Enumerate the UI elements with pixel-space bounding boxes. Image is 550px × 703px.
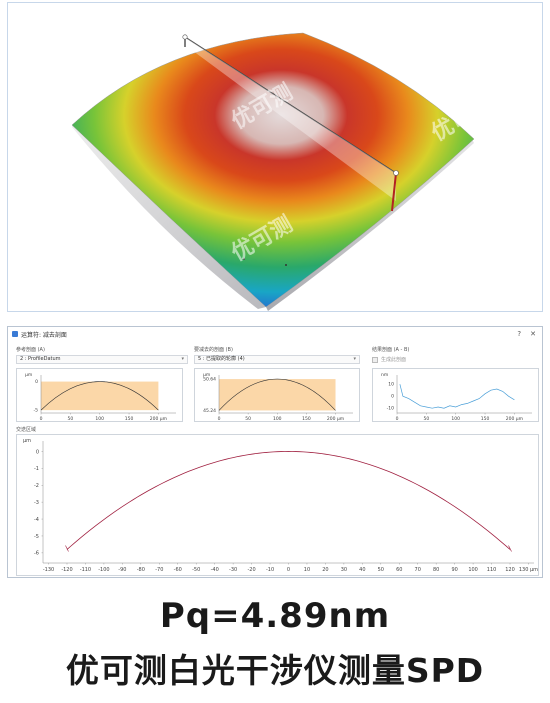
y-tick-label: -4 [34, 517, 39, 523]
x-tick-label: 130 μm [519, 567, 538, 573]
x-tick-label: 150 [302, 416, 311, 422]
result-profile-label: 结果剖面 (A - B) [372, 347, 410, 353]
app-icon [12, 331, 18, 337]
x-tick-label: 50 [67, 416, 73, 422]
x-tick-label: 0 [218, 416, 221, 422]
x-tick-label: 150 [481, 416, 490, 422]
x-tick-label: -130 [43, 567, 54, 573]
x-tick-label: 0 [396, 416, 399, 422]
x-tick-label: 50 [378, 567, 384, 573]
y-tick-label: 0 [36, 449, 39, 455]
x-tick-label: 200 μm [150, 416, 167, 422]
subtract-profile-label: 要减去的剖面 (B) [194, 347, 233, 353]
x-tick-label: 10 [304, 567, 310, 573]
x-tick-label: 70 [415, 567, 421, 573]
y-tick-label: -6 [34, 551, 39, 557]
x-tick-label: 60 [396, 567, 402, 573]
chevron-down-icon: ▾ [353, 356, 356, 362]
y-tick-label: -5 [34, 534, 39, 540]
result-profile-chart: nm 10 0 -10 0 50 100 150 200 μm [372, 368, 539, 422]
x-tick-label: 100 [451, 416, 460, 422]
x-tick-label: -100 [98, 567, 109, 573]
surface-3d-view: 优可测 优可测 优可测 [7, 2, 543, 312]
reference-profile-label: 参考剖面 (A) [16, 347, 45, 353]
checkbox-box[interactable] [372, 356, 378, 363]
window-titlebar: 运算符: 减去剖面 ? ✕ [8, 327, 542, 341]
x-tick-label: 40 [359, 567, 365, 573]
x-tick-label: 200 μm [506, 416, 523, 422]
x-tick-label: -50 [192, 567, 200, 573]
x-tick-label: 120 [505, 567, 515, 573]
generate-profile-label: 生成此剖面 [381, 357, 407, 363]
x-tick-label: -80 [137, 567, 145, 573]
x-tick-label: 90 [451, 567, 457, 573]
y-axis-unit: nm [381, 373, 388, 378]
y-tick-label: -10 [387, 406, 394, 412]
x-tick-label: 150 [125, 416, 134, 422]
x-tick-label: 200 μm [327, 416, 344, 422]
x-tick-label: 100 [273, 416, 282, 422]
x-tick-label: -60 [174, 567, 182, 573]
x-tick-label: 100 [95, 416, 104, 422]
reference-profile-chart: μm 0 -5 0 50 100 150 200 μm [16, 368, 183, 422]
y-tick-label: -5 [34, 408, 39, 414]
y-tick-label: 0 [391, 394, 394, 400]
product-caption: 优可测白光干涉仪测量SPD [65, 651, 485, 690]
profile-curve [399, 384, 515, 409]
x-tick-label: -30 [229, 567, 237, 573]
x-tick-label: 50 [423, 416, 429, 422]
y-tick-label: 0 [35, 379, 38, 385]
subtract-profile-select[interactable]: 5 : 已提取的轮廓 (4) ▾ [194, 355, 360, 364]
y-axis-unit: μm [23, 438, 31, 444]
intersection-curve [66, 451, 511, 550]
x-tick-label: -90 [118, 567, 126, 573]
x-tick-label: -20 [247, 567, 255, 573]
x-tick-label: 80 [433, 567, 439, 573]
x-tick-label: -70 [155, 567, 163, 573]
window-title: 运算符: 减去剖面 [21, 331, 67, 339]
x-tick-label: 0 [40, 416, 43, 422]
surface-height-map [71, 32, 475, 308]
y-tick-label: -1 [34, 466, 39, 472]
x-tick-label: -40 [211, 567, 219, 573]
x-tick-label: -110 [80, 567, 91, 573]
y-tick-label: 50.64 [203, 377, 216, 383]
reference-profile-select[interactable]: 2 : ProfileDatum ▾ [16, 355, 188, 364]
y-tick-label: -3 [34, 500, 39, 506]
reference-profile-value: 2 : ProfileDatum [20, 356, 61, 362]
subtract-profile-value: 5 : 已提取的轮廓 (4) [198, 356, 245, 362]
subtract-profile-chart: μm 50.64 45.24 0 50 100 150 200 μm [194, 368, 360, 422]
x-tick-label: 20 [322, 567, 328, 573]
intersection-chart: μm 0 -1 -2 -3 -4 -5 -6 -130 -120 -110 -100 -90 -80 -70… [16, 434, 539, 576]
chevron-down-icon: ▾ [181, 356, 184, 362]
x-tick-label: 0 [287, 567, 290, 573]
x-tick-label: 100 [468, 567, 478, 573]
profile-end-handle[interactable] [393, 170, 399, 176]
x-tick-label: 30 [341, 567, 347, 573]
generate-profile-checkbox[interactable]: 生成此剖面 [372, 356, 406, 363]
intersection-label: 交迭区域 [16, 427, 37, 433]
pq-value-caption: Pq=4.89nm [159, 596, 391, 636]
x-tick-label: -10 [266, 567, 274, 573]
close-button[interactable]: ✕ [530, 330, 536, 338]
x-tick-label: -120 [61, 567, 72, 573]
help-button[interactable]: ? [517, 330, 521, 338]
y-tick-label: 45.24 [203, 408, 216, 414]
y-tick-label: 10 [388, 382, 394, 388]
operator-window: 运算符: 减去剖面 ? ✕ 参考剖面 (A) 要减去的剖面 (B) 结果剖面 (… [7, 326, 543, 578]
x-tick-label: 110 [487, 567, 497, 573]
profile-start-handle[interactable] [182, 34, 188, 40]
y-axis-unit: μm [25, 373, 32, 378]
y-tick-label: -2 [34, 483, 39, 489]
x-tick-label: 50 [245, 416, 251, 422]
